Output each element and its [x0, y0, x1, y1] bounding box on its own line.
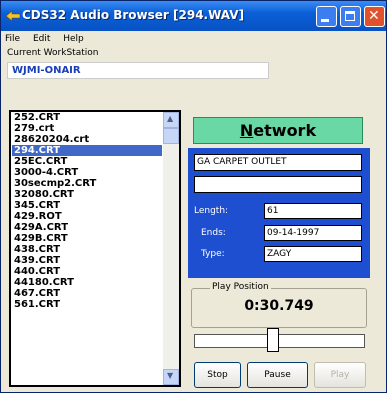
play-position-group: Play Position 0:30.749: [191, 282, 367, 328]
file-list-item[interactable]: 3000-4.CRT: [12, 167, 162, 178]
file-list-item[interactable]: 440.CRT: [12, 266, 162, 277]
file-list-item[interactable]: 30secmp2.CRT: [12, 178, 162, 189]
minimize-icon: [321, 19, 329, 22]
spot-title-field: GA CARPET OUTLET: [194, 154, 362, 171]
position-slider-thumb[interactable]: [267, 328, 279, 352]
type-label: Type:: [201, 249, 225, 259]
close-icon: ✕: [368, 8, 380, 24]
title-bar[interactable]: CDS32 Audio Browser [294.WAV] ✕: [1, 1, 386, 31]
scroll-thumb[interactable]: [163, 128, 179, 144]
play-position-label: Play Position: [210, 282, 271, 292]
menu-bar: File Edit Help: [5, 34, 94, 48]
scroll-down-button[interactable]: ▼: [163, 369, 179, 385]
file-list-item[interactable]: 28620204.crt: [12, 134, 162, 145]
spot-extra-field: [194, 176, 362, 193]
file-list-item[interactable]: 429B.CRT: [12, 233, 162, 244]
file-listbox[interactable]: 252.CRT 279.crt 28620204.crt 294.CRT 25EC.CR…: [9, 110, 181, 387]
chevron-up-icon: ▲: [167, 114, 174, 123]
app-icon: [6, 10, 20, 22]
file-list-item[interactable]: 294.CRT: [12, 145, 162, 156]
file-list-item[interactable]: 252.CRT: [12, 112, 162, 123]
file-list-item[interactable]: 25EC.CRT: [12, 156, 162, 167]
file-list-item[interactable]: 429A.CRT: [12, 222, 162, 233]
workstation-label: Current WorkStation: [7, 48, 99, 58]
file-list-item[interactable]: 44180.CRT: [12, 277, 162, 288]
network-button[interactable]: Network: [193, 117, 363, 144]
workstation-value: WJMI-ONAIR: [12, 65, 81, 76]
network-button-accel: N: [239, 121, 254, 140]
play-button[interactable]: Play: [314, 362, 366, 388]
menu-edit[interactable]: Edit: [33, 34, 50, 44]
minimize-button[interactable]: [316, 6, 337, 27]
position-slider-track[interactable]: [194, 334, 365, 348]
ends-field: 09-14-1997: [264, 225, 362, 241]
list-scrollbar[interactable]: ▲ ▼: [163, 112, 179, 385]
maximize-button[interactable]: [340, 6, 361, 27]
file-list-item[interactable]: 467.CRT: [12, 288, 162, 299]
app-window: CDS32 Audio Browser [294.WAV] ✕ File Edi…: [0, 0, 387, 393]
file-list-item[interactable]: 429.ROT: [12, 211, 162, 222]
file-list-items: 252.CRT 279.crt 28620204.crt 294.CRT 25EC.CR…: [12, 112, 162, 310]
stop-button[interactable]: Stop: [194, 362, 241, 388]
window-title: CDS32 Audio Browser [294.WAV]: [22, 8, 245, 22]
file-list-item[interactable]: 438.CRT: [12, 244, 162, 255]
pause-button[interactable]: Pause: [247, 362, 308, 388]
play-position-value: 0:30.749: [244, 298, 314, 314]
scroll-up-button[interactable]: ▲: [163, 112, 179, 128]
workstation-field[interactable]: WJMI-ONAIR: [7, 62, 269, 79]
menu-file[interactable]: File: [5, 34, 20, 44]
file-list-item[interactable]: 32080.CRT: [12, 189, 162, 200]
close-button[interactable]: ✕: [364, 6, 385, 27]
file-list-item[interactable]: 561.CRT: [12, 299, 162, 310]
file-list-item[interactable]: 279.crt: [12, 123, 162, 134]
ends-label: Ends:: [201, 228, 226, 238]
file-list-item[interactable]: 439.CRT: [12, 255, 162, 266]
chevron-down-icon: ▼: [167, 371, 174, 380]
type-field: ZAGY: [264, 246, 362, 262]
maximize-icon: [345, 11, 355, 21]
file-list-item[interactable]: 345.CRT: [12, 200, 162, 211]
info-panel: GA CARPET OUTLET Length: 61 Ends: 09-14-…: [188, 148, 370, 278]
length-label: Length:: [194, 206, 229, 216]
length-field: 61: [264, 203, 362, 219]
network-button-label: etwork: [253, 121, 317, 140]
menu-help[interactable]: Help: [63, 34, 84, 44]
